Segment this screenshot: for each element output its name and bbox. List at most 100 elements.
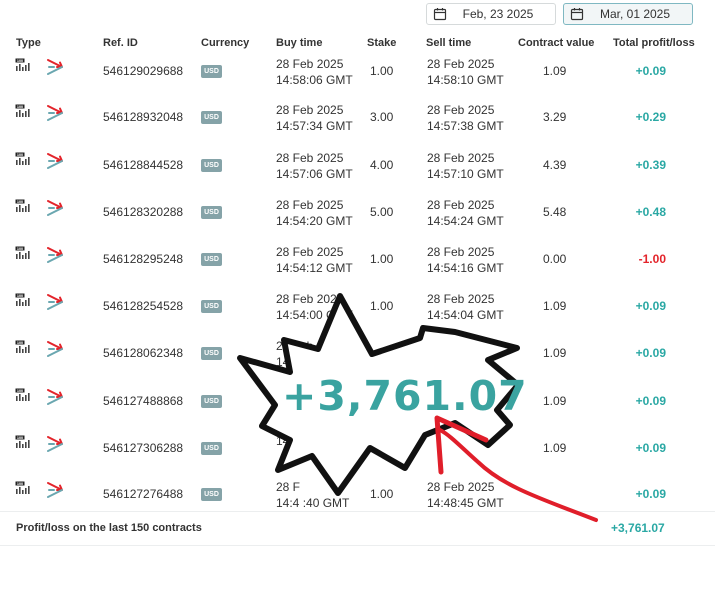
buy-clock: 14:54:12 GMT — [276, 261, 353, 275]
contract-value: 3.29 — [543, 110, 567, 124]
sell-clock: 14:54:16 GMT — [427, 261, 504, 275]
buy-time: 28 Feb 2025 14:54:00 GMT — [276, 291, 353, 323]
table-row[interactable]: 100 546128844528 USD 28 Feb 2025 14:57:06 GM… — [0, 151, 715, 202]
calendar-icon — [433, 8, 447, 21]
ticks-chart-icon: 100 — [15, 435, 33, 452]
contract-value: 5.48 — [543, 205, 567, 219]
ticks-chart-icon: 100 — [15, 104, 33, 121]
buy-clock: 14:54:00 GMT — [276, 308, 353, 322]
ref-id[interactable]: 546127306288 — [103, 441, 183, 455]
table-row[interactable]: 100 546128295248 USD 28 Feb 2025 14:54:12 GM… — [0, 245, 715, 296]
contract-value: 1.09 — [543, 441, 567, 455]
buy-clock: 14:57:34 GMT — [276, 119, 353, 133]
buy-date: 28 Feb 2025 — [276, 57, 344, 71]
ref-id[interactable]: 546127488868 — [103, 394, 183, 408]
buy-time: 28 Feb 2025 14:53: — [276, 338, 343, 370]
buy-date: 28 Feb 2025 — [276, 292, 344, 306]
currency-badge: USD — [201, 159, 222, 172]
footer-label: Profit/loss on the last 150 contracts — [16, 522, 202, 534]
svg-text:100: 100 — [17, 436, 23, 440]
buy-clock: 14:58:06 GMT — [276, 73, 353, 87]
rise-fall-arrows-icon — [46, 199, 66, 220]
currency-badge: USD — [201, 206, 222, 219]
sell-clock: 14:48:45 GMT — [427, 496, 504, 510]
rise-fall-arrows-icon — [46, 104, 66, 125]
buy-time: 14:4 — [276, 433, 299, 449]
date-to-field[interactable]: Mar, 01 2025 — [563, 3, 693, 25]
buy-time: 28 Feb 2025 14:58:06 GMT — [276, 56, 353, 88]
rise-fall-arrows-icon — [46, 293, 66, 314]
profit-loss: -1.00 — [638, 252, 666, 266]
sell-clock: 14:54:24 GMT — [427, 214, 504, 228]
calendar-icon — [570, 8, 584, 21]
stake: 5.00 — [370, 205, 394, 219]
currency-badge: USD — [201, 300, 222, 313]
rise-fall-arrows-icon — [46, 388, 66, 409]
profit-loss: +0.09 — [635, 346, 666, 360]
ticks-chart-icon: 100 — [15, 340, 33, 357]
column-header-type: Type — [16, 37, 41, 49]
currency-badge: USD — [201, 347, 222, 360]
stake: 1.00 — [370, 487, 394, 501]
buy-date: 28 Feb 2025 — [276, 151, 344, 165]
rise-fall-arrows-icon — [46, 340, 66, 361]
sell-time: 28 Feb 2025 14:57:38 GMT — [427, 102, 504, 134]
ref-id[interactable]: 546127276488 — [103, 487, 183, 501]
ref-id[interactable]: 546128320288 — [103, 205, 183, 219]
buy-time: 28 Feb 2025 14:57:34 GMT — [276, 102, 353, 134]
sell-clock: 14:57:38 GMT — [427, 119, 504, 133]
stake: 3.00 — [370, 110, 394, 124]
svg-text:100: 100 — [17, 247, 23, 251]
sell-clock: 14:58:10 GMT — [427, 73, 504, 87]
column-header-sell-time: Sell time — [426, 37, 472, 49]
rise-fall-arrows-icon — [46, 58, 66, 79]
stake: 1.00 — [370, 252, 394, 266]
contract-value: 1.09 — [543, 299, 567, 313]
ref-id[interactable]: 546129029688 — [103, 64, 183, 78]
svg-text:100: 100 — [17, 389, 23, 393]
profit-loss: +0.39 — [635, 158, 666, 172]
currency-badge: USD — [201, 442, 222, 455]
svg-text:100: 100 — [17, 482, 23, 486]
svg-text:100: 100 — [17, 59, 23, 63]
table-row[interactable]: 100 546128932048 USD 28 Feb 2025 14:57:34 GM… — [0, 103, 715, 154]
stake: 1.00 — [370, 64, 394, 78]
sell-time: 28 Feb 2025 14:54:04 GMT — [427, 291, 504, 323]
ref-id[interactable]: 546128932048 — [103, 110, 183, 124]
date-from-field[interactable]: Feb, 23 2025 — [426, 3, 556, 25]
table-row[interactable]: 100 546129029688 USD 28 Feb 2025 14:58:06 GM… — [0, 57, 715, 108]
buy-date: 28 Feb 2025 — [276, 103, 344, 117]
contract-value: 4.39 — [543, 158, 567, 172]
column-header-buy-time: Buy time — [276, 37, 323, 49]
profit-loss: +0.29 — [635, 110, 666, 124]
table-row[interactable]: 100 546128254528 USD 28 Feb 2025 14:54:00 GM… — [0, 292, 715, 343]
buy-clock: 14:57:06 GMT — [276, 167, 353, 181]
profit-loss: +0.09 — [635, 487, 666, 501]
sell-clock: 14:54:04 GMT — [427, 308, 504, 322]
sell-date: 28 Feb 2025 — [427, 103, 495, 117]
svg-text:100: 100 — [17, 105, 23, 109]
ref-id[interactable]: 546128254528 — [103, 299, 183, 313]
svg-text:100: 100 — [17, 200, 23, 204]
column-header-contract-value: Contract value — [518, 37, 595, 49]
svg-text:100: 100 — [17, 153, 23, 157]
date-from-value: Feb, 23 2025 — [462, 7, 534, 21]
buy-clock: 14:54:20 GMT — [276, 214, 353, 228]
currency-badge: USD — [201, 253, 222, 266]
stake: 4.00 — [370, 158, 394, 172]
sell-date: 28 Feb 2025 — [427, 245, 495, 259]
ref-id[interactable]: 546128062348 — [103, 346, 183, 360]
ref-id[interactable]: 546128295248 — [103, 252, 183, 266]
table-row[interactable]: 100 546128320288 USD 28 Feb 2025 14:54:20 GM… — [0, 198, 715, 249]
ref-id[interactable]: 546128844528 — [103, 158, 183, 172]
buy-clock: 14:4 — [276, 434, 300, 448]
table-header: Type Ref. ID Currency Buy time Stake Sel… — [0, 37, 715, 51]
sell-time: 28 Feb 2025 14:54:24 GMT — [427, 197, 504, 229]
table-row[interactable]: 100 546127306288 USD 14:4 1.09 +0.09 — [0, 434, 715, 485]
profit-loss: +0.09 — [635, 64, 666, 78]
profit-loss: +0.09 — [635, 441, 666, 455]
column-header-currency: Currency — [201, 37, 250, 49]
sell-date: 28 Feb 2025 — [427, 151, 495, 165]
buy-time: 28 Feb 2025 14:57:06 GMT — [276, 150, 353, 182]
buy-time: 28 F 14:4 :40 GMT — [276, 479, 349, 511]
